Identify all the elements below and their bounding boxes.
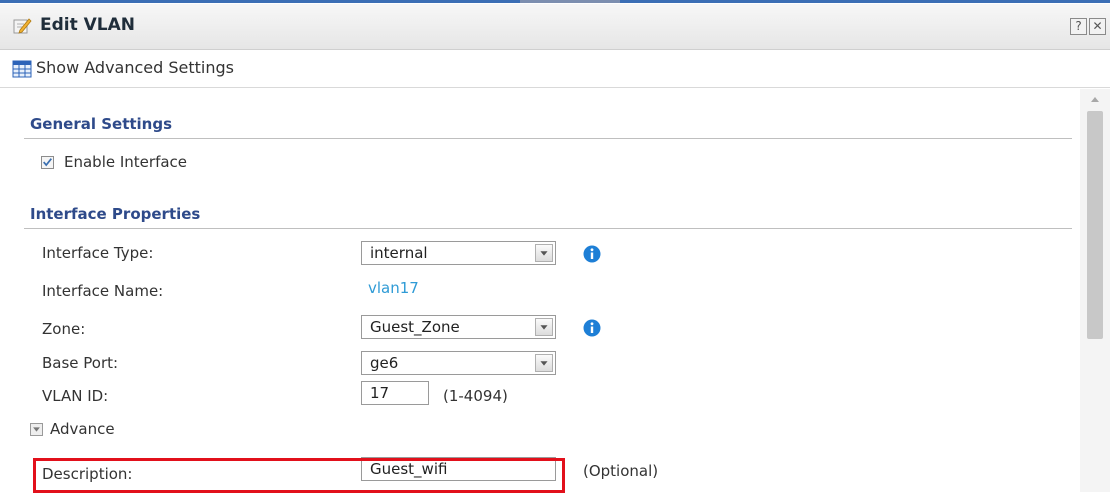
dialog-content: General Settings Enable Interface Interf… — [0, 89, 1080, 493]
chevron-down-icon[interactable] — [535, 318, 553, 336]
general-settings-divider — [24, 138, 1072, 139]
help-button[interactable]: ? — [1070, 18, 1087, 35]
edit-icon — [13, 18, 32, 34]
chevron-down-icon[interactable] — [535, 244, 553, 262]
vlan-id-label: VLAN ID: — [42, 387, 109, 405]
description-optional-hint: (Optional) — [583, 462, 659, 480]
triangle-down-icon — [33, 427, 40, 432]
base-port-label: Base Port: — [42, 354, 119, 372]
vertical-scrollbar[interactable] — [1080, 89, 1110, 492]
dialog-titlebar: Edit VLAN ? ✕ — [0, 4, 1110, 50]
interface-type-info-icon[interactable] — [583, 245, 601, 263]
interface-type-label: Interface Type: — [42, 244, 154, 262]
interface-properties-title: Interface Properties — [30, 205, 201, 223]
advance-expander[interactable] — [30, 423, 43, 436]
enable-interface-label: Enable Interface — [64, 153, 188, 171]
zone-label: Zone: — [42, 320, 86, 338]
interface-name-value: vlan17 — [368, 279, 419, 297]
interface-type-value: internal — [370, 244, 428, 262]
enable-interface-checkbox[interactable] — [41, 156, 54, 169]
show-advanced-settings-link[interactable]: Show Advanced Settings — [36, 58, 234, 77]
chevron-down-icon[interactable] — [535, 354, 553, 372]
checkmark-icon — [43, 158, 52, 167]
table-icon — [12, 60, 32, 78]
base-port-value: ge6 — [370, 354, 399, 372]
vlan-id-range-hint: (1-4094) — [443, 387, 508, 405]
zone-select[interactable]: Guest_Zone — [361, 315, 556, 339]
general-settings-title: General Settings — [30, 115, 173, 133]
vlan-id-input[interactable]: 17 — [361, 381, 429, 405]
interface-type-select[interactable]: internal — [361, 241, 556, 265]
interface-properties-divider — [24, 228, 1072, 229]
description-highlight-box — [33, 458, 565, 493]
base-port-select[interactable]: ge6 — [361, 351, 556, 375]
scroll-up-arrow-icon[interactable] — [1088, 95, 1102, 105]
close-button[interactable]: ✕ — [1089, 18, 1106, 35]
vlan-id-value: 17 — [370, 384, 390, 402]
dialog-title: Edit VLAN — [40, 15, 136, 35]
edit-vlan-dialog: Edit VLAN ? ✕ Show Advanced Settings Gen… — [0, 0, 1110, 493]
interface-name-label: Interface Name: — [42, 282, 164, 300]
zone-value: Guest_Zone — [370, 318, 460, 336]
scrollbar-thumb[interactable] — [1087, 111, 1103, 339]
advance-label[interactable]: Advance — [50, 420, 115, 438]
zone-info-icon[interactable] — [583, 319, 601, 337]
advanced-settings-bar: Show Advanced Settings — [0, 50, 1110, 88]
